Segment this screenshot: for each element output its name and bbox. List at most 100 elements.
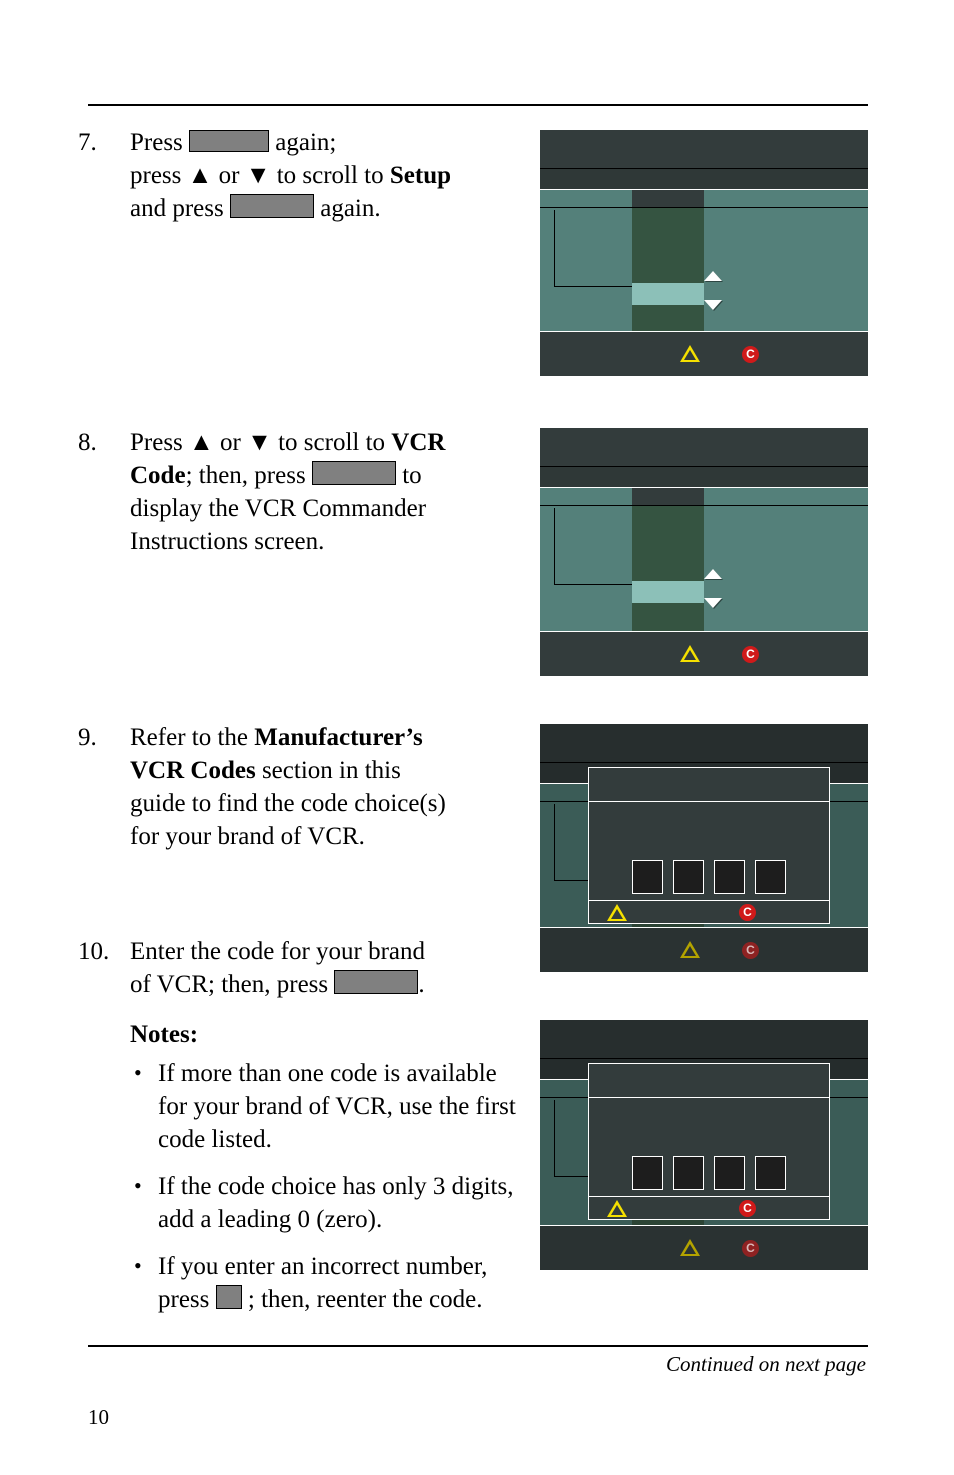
manual-page: 7. Press again; press ▲ or ▼ to scroll t… — [0, 0, 954, 1475]
continued-note: Continued on next page — [665, 1352, 866, 1376]
vcr-code-entry-dialog: C — [588, 767, 830, 924]
tv-title-bar — [540, 1020, 868, 1059]
tv-label-bracket — [554, 508, 640, 585]
screenshot-vcr-code-scroll: C — [540, 428, 868, 676]
tv-title-bar — [540, 428, 868, 467]
note-2-text: If the code choice has only 3 digits, ad… — [158, 1173, 514, 1233]
code-digit-2[interactable] — [673, 1156, 704, 1190]
step-7-number: 7. — [78, 129, 97, 156]
page-number: 10 — [88, 1405, 109, 1429]
clear-c-icon: C — [739, 1200, 756, 1217]
code-digit-4[interactable] — [755, 860, 786, 894]
select-key-placeholder[interactable] — [229, 194, 314, 218]
scroll-up-arrow-icon[interactable] — [704, 569, 722, 579]
step-10: 10. Enter the code for your brand of VCR… — [78, 935, 526, 1330]
code-digit-2[interactable] — [673, 860, 704, 894]
warning-triangle-icon — [607, 1200, 627, 1217]
clear-key-placeholder[interactable] — [215, 1285, 242, 1309]
code-digit-3[interactable] — [714, 860, 745, 894]
code-digit-1[interactable] — [632, 860, 663, 894]
header-rule — [88, 104, 868, 106]
tv-tab-strip — [540, 190, 868, 208]
step-8-line2-mid: ; then, press — [185, 462, 306, 489]
tv-selected-row-highlight[interactable] — [632, 283, 704, 305]
scroll-down-arrow-icon[interactable] — [704, 300, 722, 310]
bullet-icon: • — [134, 1253, 142, 1278]
tv-label-bracket — [554, 210, 640, 287]
step-7-line1-post: again; — [275, 129, 337, 156]
footer-rule — [88, 1345, 868, 1347]
step-8-code-label: Code — [130, 462, 186, 489]
tv-status-bar: C — [540, 331, 868, 376]
dialog-footer: C — [589, 1196, 829, 1219]
step-8-line4: Instructions screen. — [130, 528, 325, 555]
scroll-down-arrow-icon[interactable] — [704, 598, 722, 608]
tv-active-tab[interactable] — [632, 190, 704, 207]
scroll-up-arrow-icon[interactable] — [704, 271, 722, 281]
notes-list: • If more than one code is available for… — [130, 1057, 526, 1316]
step-7: 7. Press again; press ▲ or ▼ to scroll t… — [78, 126, 526, 225]
tv-tab-strip — [540, 488, 868, 506]
step-10-number: 10. — [78, 938, 110, 965]
step-10-line1: Enter the code for your brand — [130, 938, 426, 965]
screenshot-vcr-code-entry-2: C C — [540, 1020, 868, 1270]
tv-title-bar — [540, 724, 868, 763]
code-digit-group — [632, 860, 786, 894]
step-9-line1: Refer to the — [130, 724, 249, 751]
warning-triangle-icon — [607, 904, 627, 921]
dialog-title-bar — [589, 768, 829, 802]
tv-menu-list-column — [632, 208, 704, 332]
select-key-placeholder-2[interactable] — [311, 461, 396, 485]
step-8-body: Press ▲ or ▼ to scroll to VCR Code; then… — [130, 426, 526, 558]
tv-menu-content — [540, 506, 868, 632]
step-8-line3: display the VCR Commander — [130, 495, 427, 522]
menu-key-placeholder[interactable] — [189, 130, 270, 152]
step-8-number: 8. — [78, 429, 97, 456]
step-9-line2: section in this — [261, 757, 401, 784]
step-10-line2-pre: of VCR; then, press — [130, 971, 329, 998]
vcr-code-entry-dialog: C — [588, 1063, 830, 1220]
tv-status-bar: C — [540, 927, 868, 972]
warning-triangle-icon — [680, 345, 700, 362]
note-item-1: • If more than one code is available for… — [130, 1057, 526, 1156]
clear-c-icon: C — [742, 346, 759, 363]
clear-c-icon: C — [742, 646, 759, 663]
tv-status-bar: C — [540, 1225, 868, 1270]
step-7-line3-post: again. — [320, 195, 381, 222]
step-9-number: 9. — [78, 724, 97, 751]
step-7-body: Press again; press ▲ or ▼ to scroll to S… — [130, 126, 526, 225]
tv-title-bar — [540, 130, 868, 169]
screenshot-vcr-code-entry-1: C C — [540, 724, 868, 972]
bullet-icon: • — [134, 1173, 142, 1198]
dialog-footer: C — [589, 900, 829, 923]
step-9-manufacturer-label: Manufacturer’s — [254, 724, 423, 751]
step-9: 9. Refer to the Manufacturer’s VCR Codes… — [78, 721, 526, 853]
dialog-body — [589, 1099, 829, 1197]
code-digit-1[interactable] — [632, 1156, 663, 1190]
clear-c-icon: C — [742, 942, 759, 959]
notes-heading: Notes: — [130, 1021, 199, 1048]
dialog-title-bar — [589, 1064, 829, 1098]
step-8: 8. Press ▲ or ▼ to scroll to VCR Code; t… — [78, 426, 526, 558]
tv-selected-row-highlight[interactable] — [632, 581, 704, 603]
clear-c-icon: C — [739, 904, 756, 921]
warning-triangle-icon — [680, 1239, 700, 1256]
step-9-line3: guide to find the code choice(s) — [130, 790, 446, 817]
note-3-text-cont: ; then, reenter the code. — [247, 1286, 483, 1313]
code-digit-3[interactable] — [714, 1156, 745, 1190]
tv-active-tab[interactable] — [632, 488, 704, 505]
tv-menu-content — [540, 208, 868, 332]
tv-menu-bar — [540, 467, 868, 488]
tv-status-bar: C — [540, 631, 868, 676]
note-item-3: • If you enter an incorrect number, pres… — [130, 1250, 526, 1316]
step-7-line2: press ▲ or ▼ to scroll to — [130, 162, 384, 189]
bullet-icon: • — [134, 1060, 142, 1085]
screenshot-setup-menu-scroll: C — [540, 130, 868, 376]
tv-menu-bar — [540, 169, 868, 190]
select-key-placeholder-3[interactable] — [334, 970, 419, 994]
code-digit-4[interactable] — [755, 1156, 786, 1190]
step-7-line1-pre: Press — [130, 129, 183, 156]
warning-triangle-icon — [680, 645, 700, 662]
step-9-body: Refer to the Manufacturer’s VCR Codes se… — [130, 721, 526, 853]
warning-triangle-icon — [680, 941, 700, 958]
